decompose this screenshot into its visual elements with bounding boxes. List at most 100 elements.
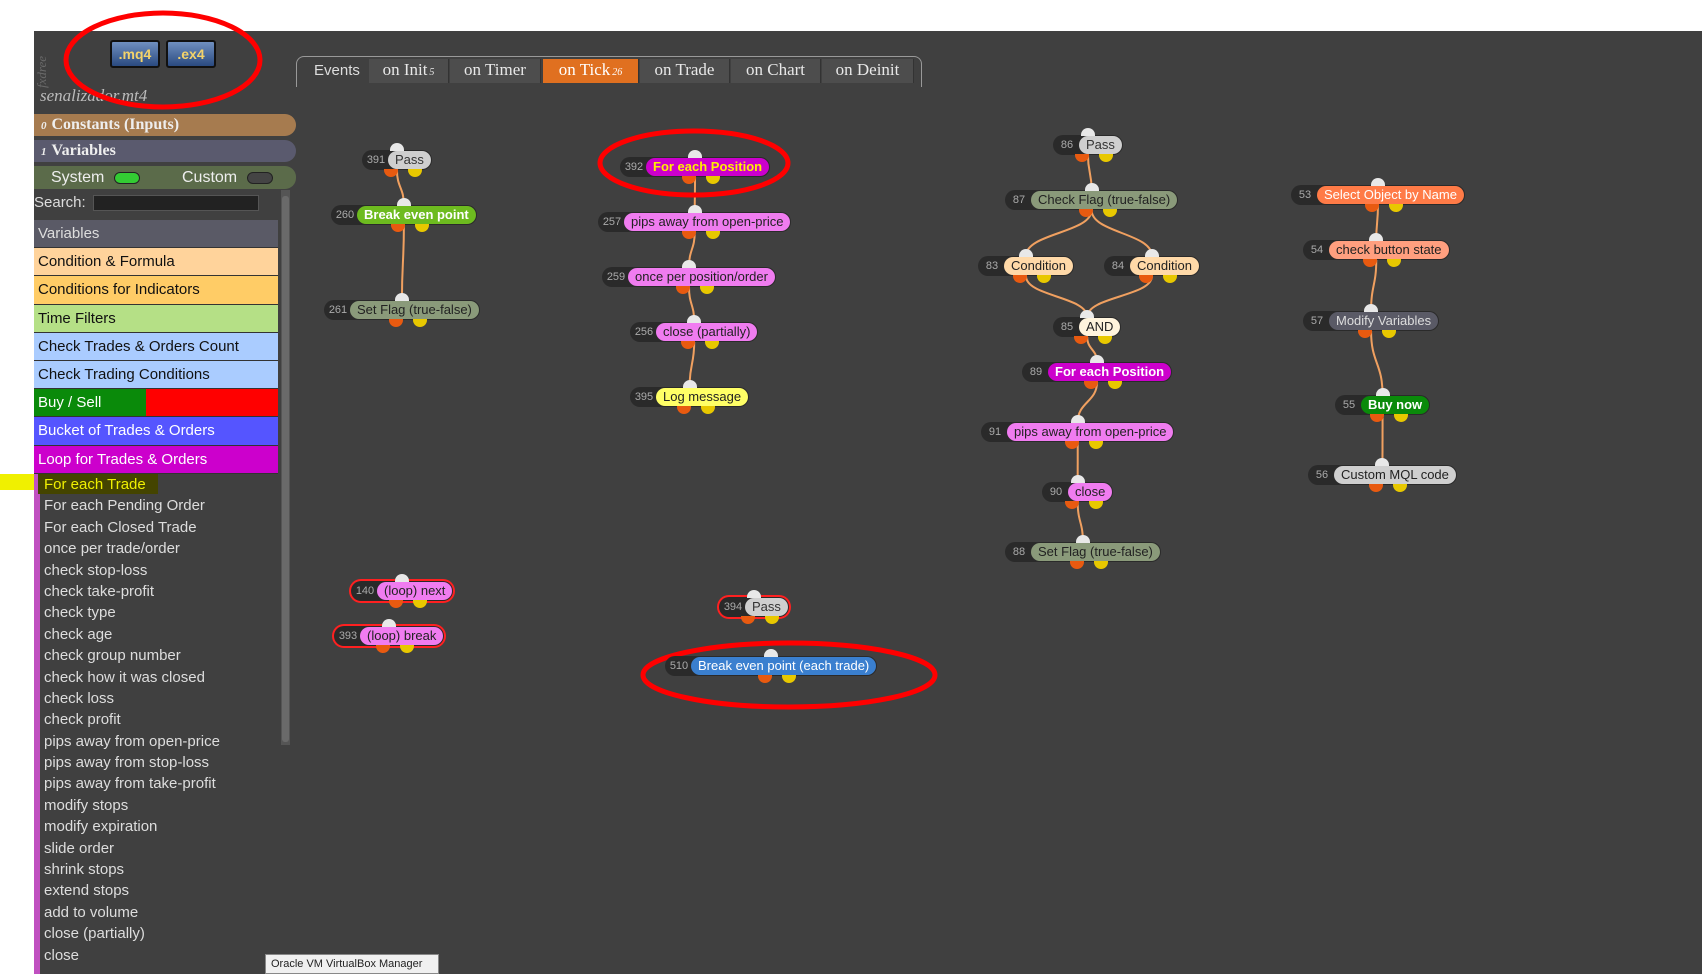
node-id: 57 (1310, 315, 1324, 327)
flow-node[interactable]: 85 AND (1053, 317, 1122, 337)
flow-node[interactable]: 54 check button state (1303, 240, 1450, 260)
node-input-port[interactable] (1018, 249, 1033, 257)
node-label: Pass (745, 598, 788, 616)
flow-node[interactable]: 55 Buy now (1335, 395, 1431, 415)
node-label: Condition (1130, 257, 1199, 275)
node-id: 393 (338, 630, 358, 642)
node-label: once per position/order (628, 268, 775, 286)
node-id: 392 (624, 161, 644, 173)
node-id: 83 (985, 260, 999, 272)
flow-node[interactable]: 393 (loop) break (334, 626, 445, 646)
node-input-port[interactable] (682, 380, 697, 388)
node-input-port[interactable] (1075, 535, 1090, 543)
node-input-port[interactable] (688, 150, 703, 158)
flow-node[interactable]: 87 Check Flag (true-false) (1005, 190, 1179, 210)
flow-node[interactable]: 140 (loop) next (351, 581, 454, 601)
node-id: 261 (328, 304, 348, 316)
taskbar-tooltip: Oracle VM VirtualBox Manager (265, 954, 439, 974)
node-input-port[interactable] (1070, 475, 1085, 483)
node-id: 89 (1029, 366, 1043, 378)
node-id: 259 (606, 271, 626, 283)
node-input-port[interactable] (687, 205, 702, 213)
node-label: pips away from open-price (624, 213, 791, 231)
node-label: AND (1079, 318, 1121, 336)
flow-node[interactable]: 260 Break even point (331, 205, 477, 225)
node-id: 260 (335, 209, 355, 221)
flow-node[interactable]: 88 Set Flag (true-false) (1005, 542, 1161, 562)
node-id: 257 (602, 216, 622, 228)
node-id: 85 (1060, 321, 1074, 333)
node-label: check button state (1329, 241, 1449, 259)
node-input-port[interactable] (396, 198, 411, 206)
flow-node[interactable]: 256 close (partially) (630, 322, 759, 342)
flow-node[interactable]: 391 Pass (362, 150, 432, 170)
node-id: 53 (1298, 189, 1312, 201)
flow-node[interactable]: 510 Break even point (each trade) (665, 656, 878, 676)
node-label: Pass (388, 151, 431, 169)
node-label: Set Flag (true-false) (350, 301, 479, 319)
node-label: Break even point (each trade) (691, 657, 877, 675)
node-connections (63, 10, 1384, 710)
flow-node[interactable]: 259 once per position/order (602, 267, 776, 287)
flow-node[interactable]: 91 pips away from open-price (981, 422, 1175, 442)
node-id: 84 (1111, 260, 1125, 272)
node-label: pips away from open-price (1007, 423, 1174, 441)
node-id: 91 (988, 426, 1002, 438)
flow-node[interactable]: 89 For each Position (1022, 362, 1173, 382)
node-link (1370, 330, 1384, 396)
node-label: Custom MQL code (1334, 466, 1456, 484)
flow-node[interactable]: 53 Select Object by Name (1291, 185, 1465, 205)
node-label: Break even point (357, 206, 476, 224)
flow-node[interactable]: 83 Condition (978, 256, 1074, 276)
node-label: close (1068, 483, 1113, 501)
node-id: 86 (1060, 139, 1074, 151)
node-id: 90 (1049, 486, 1063, 498)
node-input-port[interactable] (394, 293, 409, 301)
node-input-port[interactable] (1375, 388, 1390, 396)
node-label: For each Position (1048, 363, 1172, 381)
node-input-port[interactable] (1364, 304, 1379, 312)
node-label: Set Flag (true-false) (1031, 543, 1160, 561)
node-input-port[interactable] (746, 590, 761, 598)
flow-node[interactable]: 392 For each Position (620, 157, 771, 177)
flow-node[interactable]: 86 Pass (1053, 135, 1123, 155)
node-label: (loop) next (377, 582, 453, 600)
node-label: Condition (1004, 257, 1073, 275)
node-link (1024, 209, 1093, 257)
flow-node[interactable]: 395 Log message (630, 387, 750, 407)
node-label: Buy now (1361, 396, 1430, 414)
flow-node[interactable]: 57 Modify Variables (1303, 311, 1440, 331)
node-input-port[interactable] (389, 143, 404, 151)
node-label: Modify Variables (1329, 312, 1439, 330)
node-input-port[interactable] (1070, 415, 1085, 423)
node-link (1024, 275, 1089, 318)
node-label: Log message (656, 388, 749, 406)
node-input-port[interactable] (1080, 128, 1095, 136)
node-id: 56 (1315, 469, 1329, 481)
node-link (1090, 209, 1153, 257)
node-label: (loop) break (360, 627, 444, 645)
node-input-port[interactable] (1144, 249, 1159, 257)
node-input-port[interactable] (764, 649, 779, 657)
node-id: 510 (669, 660, 689, 672)
node-label: For each Position (646, 158, 770, 176)
node-id: 54 (1310, 244, 1324, 256)
flow-node[interactable]: 56 Custom MQL code (1308, 465, 1457, 485)
node-input-port[interactable] (1370, 178, 1385, 186)
flow-node[interactable]: 84 Condition (1104, 256, 1200, 276)
node-input-port[interactable] (382, 619, 397, 627)
node-input-port[interactable] (681, 260, 696, 268)
flow-node[interactable]: 257 pips away from open-price (598, 212, 792, 232)
node-link (400, 224, 405, 301)
node-id: 55 (1342, 399, 1356, 411)
flow-node[interactable]: 90 close (1042, 482, 1114, 502)
node-id: 391 (366, 154, 386, 166)
node-id: 140 (355, 585, 375, 597)
node-input-port[interactable] (1084, 183, 1099, 191)
flow-node[interactable]: 394 Pass (719, 597, 789, 617)
node-id: 88 (1012, 546, 1026, 558)
node-input-port[interactable] (1090, 355, 1105, 363)
annotation-circle (63, 10, 263, 110)
flow-node[interactable]: 261 Set Flag (true-false) (324, 300, 480, 320)
node-label: Pass (1079, 136, 1122, 154)
